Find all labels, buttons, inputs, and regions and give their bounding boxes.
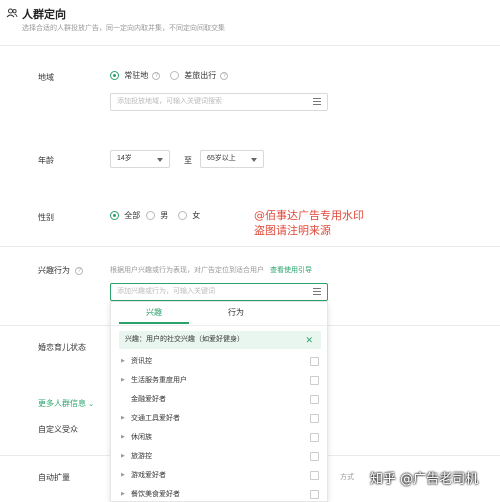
chevron-right-icon[interactable]: ▶ [121, 447, 125, 466]
age-from-select[interactable]: 14岁 [110, 150, 170, 168]
interest-hint-text: 根据用户兴趣或行为表现，对广告定位到适合用户 [110, 267, 264, 274]
marital-label: 婚恋育儿状态 [38, 343, 86, 352]
list-item-checkbox[interactable] [310, 376, 319, 385]
chevron-right-icon[interactable]: ▶ [121, 371, 125, 390]
guide-link[interactable]: 查看使用引导 [270, 267, 312, 274]
list-item-checkbox[interactable] [310, 452, 319, 461]
help-icon[interactable]: ? [220, 71, 229, 80]
chevron-right-icon[interactable]: ▶ [121, 428, 125, 447]
selected-tag[interactable]: 兴趣：用户的社交兴趣（如爱好健身） ✕ [119, 331, 321, 349]
age-to-select[interactable]: 65岁以上 [200, 150, 264, 168]
list-item[interactable]: ▶ 旅游控 [111, 447, 327, 466]
list-item-checkbox[interactable] [310, 414, 319, 423]
chevron-right-icon[interactable]: ▶ [121, 352, 125, 371]
page-title: 人群定向 [22, 9, 66, 21]
radio-resident-label: 常驻地 [124, 71, 149, 80]
auto-expand-label: 自动扩量 [38, 473, 70, 482]
tab-behavior[interactable]: 行为 [201, 302, 271, 324]
watermark-corner: 知乎 @广告老司机 [370, 472, 479, 487]
interest-search-placeholder: 添加兴趣或行为，可输入关键词 [117, 288, 215, 295]
page-subtitle: 选择合适的人群投放广告，同一定向内取并集，不同定向间取交集 [22, 25, 225, 32]
interest-hint: 根据用户兴趣或行为表现，对广告定位到适合用户 查看使用引导 [110, 265, 312, 275]
divider [111, 325, 327, 326]
list-item[interactable]: ▶ 游戏爱好者 [111, 466, 327, 485]
more-toggle[interactable]: 更多人群信息 ⌄ [38, 398, 94, 409]
list-item[interactable]: ▶ 资讯控 [111, 352, 327, 371]
divider [0, 246, 500, 247]
list-item-checkbox[interactable] [310, 433, 319, 442]
list-item-label: 游戏爱好者 [131, 472, 166, 479]
list-item-label: 休闲族 [131, 434, 152, 441]
chevron-down-icon: ⌄ [88, 401, 95, 408]
custom-audience-label: 自定义受众 [38, 425, 78, 434]
age-to-value: 65岁以上 [207, 155, 236, 162]
list-item-checkbox[interactable] [310, 490, 319, 499]
list-item-label: 交通工具爱好者 [131, 415, 180, 422]
radio-travel-dot[interactable] [170, 71, 179, 80]
chevron-right-icon[interactable]: ▶ [121, 409, 125, 428]
watermark-line2: 盗图请注明来源 [254, 224, 331, 237]
radio-gender-male-label: 男 [160, 211, 169, 220]
more-label: 更多人群信息 [38, 399, 86, 408]
list-item-label: 金融爱好者 [131, 396, 166, 403]
interest-search-input[interactable]: 添加兴趣或行为，可输入关键词 [110, 283, 328, 301]
radio-gender-female-dot[interactable] [178, 211, 187, 220]
selected-tag-label: 兴趣：用户的社交兴趣（如爱好健身） [125, 336, 244, 343]
tab-interest[interactable]: 兴趣 [119, 302, 189, 324]
radio-gender-female-label: 女 [192, 211, 201, 220]
interest-label-text: 兴趣行为 [38, 266, 70, 275]
list-item-label: 生活服务重度用户 [131, 377, 187, 384]
list-item-checkbox[interactable] [310, 357, 319, 366]
interest-dropdown[interactable]: 兴趣 行为 兴趣：用户的社交兴趣（如爱好健身） ✕ ▶ 资讯控 ▶ 生活服务重度用户金… [110, 301, 328, 502]
list-item-label: 旅游控 [131, 453, 152, 460]
region-label: 地域 [38, 73, 54, 82]
chevron-right-icon[interactable]: ▶ [121, 466, 125, 485]
interest-label: 兴趣行为 ? [38, 265, 84, 276]
auto-expand-tail: 方式 [340, 474, 354, 481]
radio-travel[interactable]: 差旅出行 ? [170, 70, 229, 81]
list-item[interactable]: ▶ 休闲族 [111, 428, 327, 447]
radio-resident-dot[interactable] [110, 71, 119, 80]
list-item-checkbox[interactable] [310, 471, 319, 480]
help-icon[interactable]: ? [75, 266, 84, 275]
list-item[interactable]: ▶ 餐饮美食爱好者 [111, 485, 327, 502]
chevron-right-icon[interactable]: ▶ [121, 485, 125, 502]
region-search-input[interactable]: 添加投放地域，可输入关键词搜索 [110, 93, 328, 111]
list-item-label: 资讯控 [131, 358, 152, 365]
region-search-placeholder: 添加投放地域，可输入关键词搜索 [117, 98, 222, 105]
radio-gender-all[interactable]: 全部 [110, 210, 140, 221]
radio-gender-all-dot[interactable] [110, 211, 119, 220]
list-icon[interactable] [313, 288, 321, 295]
radio-travel-label: 差旅出行 [184, 71, 217, 80]
radio-resident[interactable]: 常驻地 ? [110, 70, 161, 81]
watermark-line1: @佰事达广告专用水印 [254, 209, 364, 222]
close-icon[interactable]: ✕ [305, 331, 313, 349]
age-label: 年龄 [38, 156, 54, 165]
list-item[interactable]: ▶ 生活服务重度用户 [111, 371, 327, 390]
age-to-label: 至 [184, 156, 192, 165]
list-icon[interactable] [313, 98, 321, 105]
radio-gender-male[interactable]: 男 [146, 210, 168, 221]
radio-gender-female[interactable]: 女 [178, 210, 200, 221]
gender-label: 性别 [38, 213, 54, 222]
radio-gender-all-label: 全部 [124, 211, 141, 220]
list-item-label: 餐饮美食爱好者 [131, 491, 180, 498]
radio-gender-male-dot[interactable] [146, 211, 155, 220]
people-icon [6, 7, 18, 19]
age-from-value: 14岁 [117, 155, 132, 162]
list-item[interactable]: 金融爱好者 [111, 390, 327, 409]
chevron-down-icon [157, 158, 163, 162]
help-icon[interactable]: ? [152, 71, 161, 80]
list-item[interactable]: ▶ 交通工具爱好者 [111, 409, 327, 428]
list-item-checkbox[interactable] [310, 395, 319, 404]
chevron-down-icon [251, 158, 257, 162]
divider [0, 45, 500, 46]
